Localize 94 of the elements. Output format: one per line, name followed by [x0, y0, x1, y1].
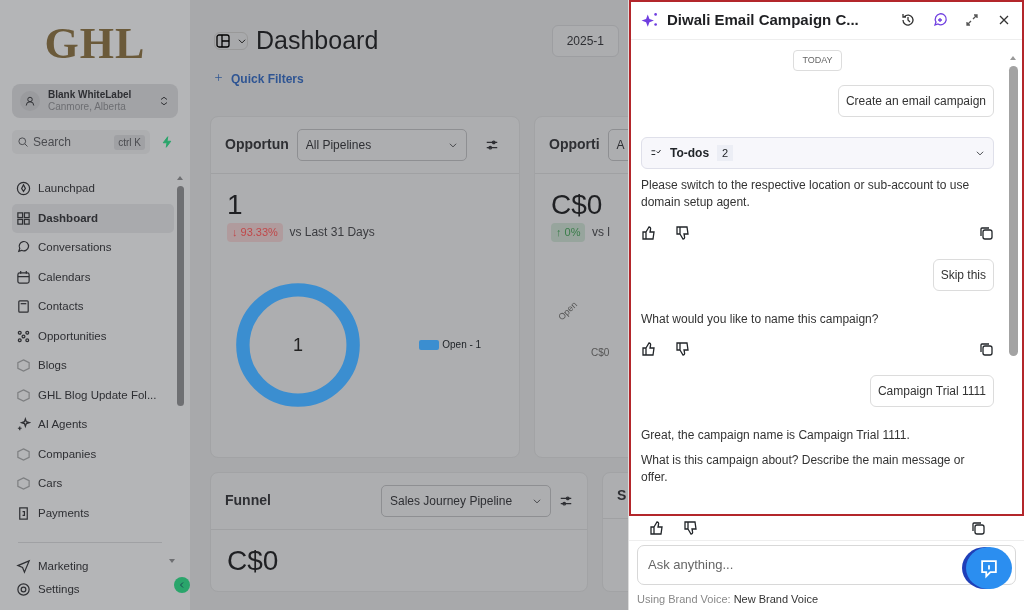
- metric-value: C$0: [550, 187, 604, 222]
- history-icon[interactable]: [900, 12, 916, 29]
- receipt-icon: [16, 505, 31, 521]
- scrollbar-thumb[interactable]: [176, 186, 184, 406]
- send-icon: [16, 559, 31, 574]
- assistant-message: What is this campaign about? Describe the main message or offer.: [641, 452, 966, 486]
- copy-icon[interactable]: [978, 224, 994, 241]
- scrollbar-thumb[interactable]: [1008, 65, 1018, 356]
- user-message: Skip this: [932, 258, 994, 291]
- axis-value: C$0: [591, 346, 611, 361]
- expand-icon[interactable]: [964, 12, 980, 29]
- sidebar-item[interactable]: Marketing: [12, 555, 164, 578]
- todos-label: To-dos: [670, 145, 710, 162]
- logo: GHL: [43, 22, 147, 66]
- assistant-message: Please switch to the respective location or sub-account to use domain setup agent.: [641, 177, 971, 211]
- nodes-icon: [16, 328, 31, 344]
- sidebar-item[interactable]: Settings: [12, 578, 164, 601]
- contact-card-icon: [16, 299, 31, 315]
- grid-icon: [16, 210, 31, 226]
- user-message: Campaign Trial 1111: [869, 375, 994, 408]
- lightning-icon: [161, 136, 173, 148]
- sidebar-item[interactable]: Blogs: [12, 351, 174, 381]
- new-chat-icon[interactable]: [932, 12, 948, 29]
- todos-dropdown[interactable]: To-dos 2: [641, 137, 994, 169]
- sparkle-icon: [16, 417, 31, 433]
- gear-icon: [16, 582, 31, 597]
- user-message: Create an email campaign: [837, 85, 994, 117]
- search-placeholder: Search: [33, 134, 72, 151]
- thumbs-down-icon[interactable]: [683, 520, 699, 536]
- copy-icon[interactable]: [970, 520, 986, 536]
- sidebar-item[interactable]: Opportunities: [12, 321, 174, 351]
- search-field[interactable]: Search ctrl K: [12, 130, 150, 154]
- card-title: Opporti: [549, 135, 600, 154]
- sidebar-item[interactable]: GHL Blog Update Fol...: [12, 380, 174, 410]
- brand-voice-text: Using Brand Voice: New Brand Voice: [637, 591, 819, 607]
- pipeline-select[interactable]: All Pipelines: [296, 128, 467, 161]
- sidebar-item[interactable]: Dashboard: [12, 203, 174, 233]
- sidebar-item[interactable]: Contacts: [12, 292, 174, 322]
- card-title: Opportun: [225, 135, 289, 154]
- sidebar-item[interactable]: AI Agents: [12, 410, 174, 440]
- scroll-up-icon: [176, 174, 184, 182]
- chat-input[interactable]: Ask anything...: [637, 545, 1016, 585]
- sidebar-item[interactable]: Launchpad: [12, 174, 174, 204]
- date-range-field[interactable]: 2025-1: [551, 24, 619, 57]
- thumbs-down-icon[interactable]: [675, 224, 691, 241]
- account-name: Blank WhiteLabel: [48, 89, 132, 101]
- metric-value: 1: [226, 187, 244, 222]
- cube-icon: [16, 358, 31, 374]
- chevron-down-icon: [975, 148, 985, 158]
- chevron-updown-icon: [158, 94, 170, 108]
- shortcut-hint: ctrl K: [114, 134, 145, 150]
- todos-count: 2: [717, 144, 734, 162]
- layout-icon: [215, 32, 231, 49]
- collapse-button[interactable]: [174, 577, 190, 593]
- sidebar-item[interactable]: Cars: [12, 469, 174, 499]
- message-info-icon: [978, 557, 1000, 579]
- pipeline-select[interactable]: Sales Journey Pipeline: [381, 484, 551, 517]
- thumbs-up-icon[interactable]: [641, 341, 657, 358]
- filter-sliders-icon[interactable]: [485, 137, 499, 152]
- legend-swatch: [419, 339, 439, 350]
- comparison-text: vs l: [591, 224, 610, 242]
- sidebar-item[interactable]: Conversations: [12, 233, 174, 263]
- filter-sliders-icon[interactable]: [559, 493, 573, 508]
- card-title: Funnel: [225, 491, 271, 510]
- copy-icon[interactable]: [978, 341, 994, 358]
- page-title: Dashboard: [256, 25, 379, 56]
- thumbs-up-icon[interactable]: [641, 224, 657, 241]
- cube-icon: [16, 387, 31, 403]
- assistant-message: Great, the campaign name is Campaign Trial 1111.: [641, 427, 911, 445]
- thumbs-down-icon[interactable]: [675, 341, 691, 358]
- plus-icon: [214, 72, 223, 82]
- cube-icon: [16, 446, 31, 462]
- rocket-icon: [16, 181, 31, 197]
- change-badge: ↓ 93.33%: [227, 223, 283, 242]
- layout-dropdown[interactable]: [214, 31, 248, 50]
- sidebar-item[interactable]: Calendars: [12, 262, 174, 292]
- calendar-icon: [16, 269, 31, 285]
- cube-icon: [16, 476, 31, 492]
- metric-value: C$0: [226, 543, 280, 578]
- donut-center-value: 1: [292, 333, 304, 357]
- thumbs-up-icon[interactable]: [649, 520, 665, 536]
- chat-title: Diwali Email Campaign C...: [667, 10, 859, 30]
- scroll-down-icon: [168, 557, 176, 565]
- sidebar-item[interactable]: Companies: [12, 439, 174, 469]
- sidebar-item[interactable]: Payments: [12, 498, 174, 528]
- comparison-text: vs Last 31 Days: [289, 224, 375, 242]
- search-icon: [17, 136, 29, 148]
- assistant-message: What would you like to name this campaign?: [641, 310, 880, 328]
- change-badge: ↑ 0%: [551, 223, 586, 242]
- avatar-icon: [20, 91, 40, 111]
- help-button[interactable]: [966, 547, 1012, 589]
- card-title: S: [617, 485, 627, 505]
- chevron-left-icon: [178, 581, 186, 589]
- legend-label: Open - 1: [442, 338, 482, 353]
